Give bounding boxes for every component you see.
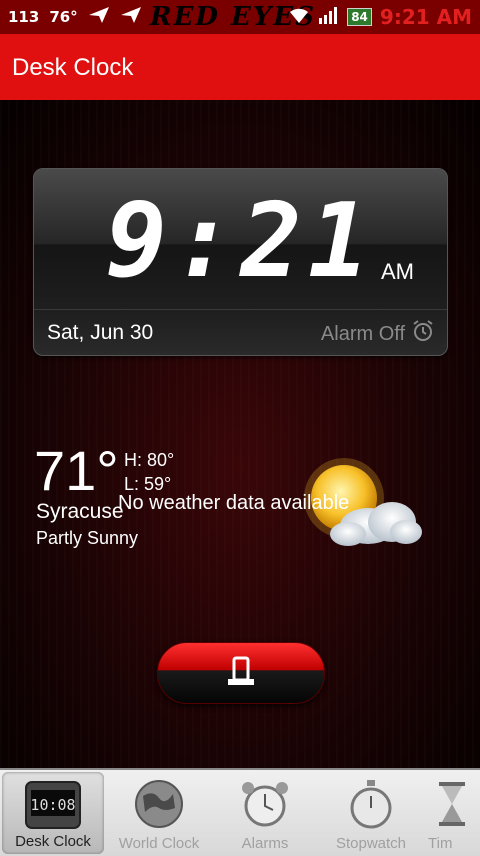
- tab-stopwatch[interactable]: Stopwatch: [318, 770, 424, 856]
- status-right: 84 9:21 AM: [287, 5, 472, 29]
- tab-alarms[interactable]: Alarms: [212, 770, 318, 856]
- alarm-status[interactable]: Alarm Off: [321, 319, 435, 349]
- current-temperature: 71°: [34, 439, 119, 502]
- hourglass-icon: [437, 778, 467, 834]
- divider: [34, 309, 447, 310]
- send-icon: [120, 6, 142, 28]
- alarm-clock-icon: [239, 778, 291, 834]
- tab-world-clock[interactable]: World Clock: [106, 770, 212, 856]
- tab-label: World Clock: [118, 835, 200, 852]
- tab-label: Stopwatch: [335, 835, 407, 852]
- desk-clock-icon: 10:08: [24, 780, 82, 836]
- alarm-status-label: Alarm Off: [320, 322, 405, 345]
- dock-mode-button[interactable]: [157, 642, 325, 704]
- weather-condition: Partly Sunny: [36, 528, 139, 548]
- clock-date: Sat, Jun 30: [47, 321, 154, 344]
- clock-card[interactable]: 9:21 AM Sat, Jun 30 Alarm Off: [33, 168, 448, 356]
- notification-count: 113: [8, 8, 40, 26]
- battery-icon: 84: [347, 8, 372, 26]
- globe-icon: [133, 778, 185, 834]
- weather-message: No weather data available: [118, 492, 350, 514]
- action-bar: Desk Clock: [0, 34, 480, 100]
- tab-label: Alarms: [241, 835, 289, 852]
- status-left: 113 76°: [8, 6, 142, 28]
- send-icon: [88, 6, 110, 28]
- alarm-clock-icon: [411, 319, 435, 349]
- desk-clock-icon-text: 10:08: [30, 796, 75, 814]
- status-time: 9:21 AM: [379, 5, 472, 29]
- tab-timer[interactable]: Tim: [424, 770, 480, 856]
- weather-temp-status: 76°: [49, 8, 78, 26]
- high-low: H: 80° L: 59°: [124, 448, 174, 496]
- tab-label: Tim: [428, 835, 453, 852]
- high-temp: H: 80°: [124, 450, 175, 470]
- weather-city: Syracuse: [36, 500, 124, 523]
- wifi-icon: [287, 6, 311, 28]
- tab-bar: 10:08 Desk Clock World Clock Alarms Stop…: [0, 768, 480, 856]
- status-bar: 113 76° RED EYES 84 9:21 AM: [0, 0, 480, 34]
- tab-desk-clock[interactable]: 10:08 Desk Clock: [2, 772, 104, 854]
- main-area: 9:21 AM Sat, Jun 30 Alarm Off 71° H: 80°…: [0, 100, 480, 768]
- clock-ampm: AM: [381, 259, 414, 284]
- dock-icon: [228, 656, 254, 685]
- stopwatch-icon: [345, 778, 397, 834]
- app-title: Desk Clock: [12, 54, 134, 81]
- weather-widget[interactable]: 71° H: 80° L: 59° Syracuse Partly Sunny: [0, 430, 480, 580]
- signal-icon: [319, 6, 339, 28]
- tab-label: Desk Clock: [15, 833, 91, 850]
